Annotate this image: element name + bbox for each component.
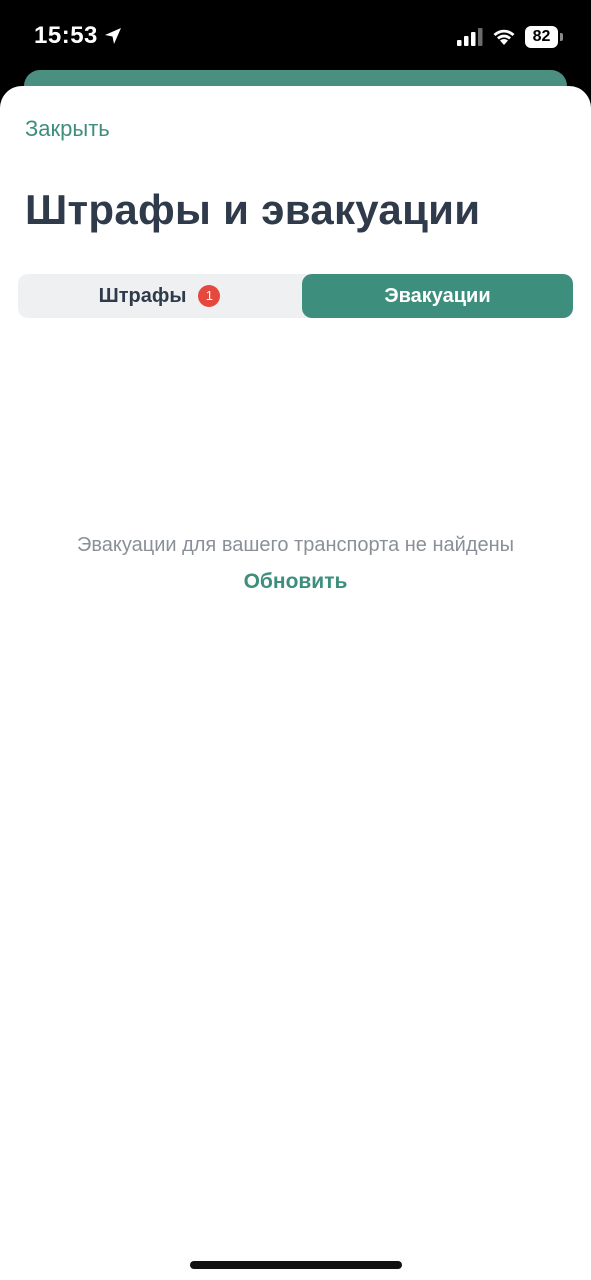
home-indicator[interactable] (190, 1261, 402, 1269)
battery-level: 82 (525, 26, 558, 48)
app-screen: 15:53 82 Закрыть Штрафы и эвакуации Штра… (0, 0, 591, 1280)
battery-tip (560, 33, 563, 41)
tab-evacuations[interactable]: Эвакуации (302, 274, 573, 318)
empty-state-message: Эвакуации для вашего транспорта не найде… (76, 534, 515, 556)
fines-count-badge: 1 (198, 285, 221, 307)
wifi-icon (493, 29, 515, 45)
location-arrow-icon (105, 28, 121, 44)
status-time: 15:53 (34, 22, 98, 49)
cellular-signal-icon (457, 28, 483, 46)
modal-sheet: Закрыть Штрафы и эвакуации Штрафы 1 Эвак… (0, 86, 591, 1280)
tab-evacuations-label: Эвакуации (384, 284, 491, 307)
tab-fines[interactable]: Штрафы 1 (18, 274, 301, 318)
close-button[interactable]: Закрыть (25, 116, 110, 142)
battery-icon: 82 (525, 26, 563, 48)
page-title: Штрафы и эвакуации (25, 186, 481, 233)
refresh-button[interactable]: Обновить (0, 570, 591, 594)
segmented-control: Штрафы 1 Эвакуации (18, 274, 573, 318)
tab-fines-label: Штрафы (98, 284, 187, 307)
status-bar: 15:53 82 (0, 0, 591, 72)
